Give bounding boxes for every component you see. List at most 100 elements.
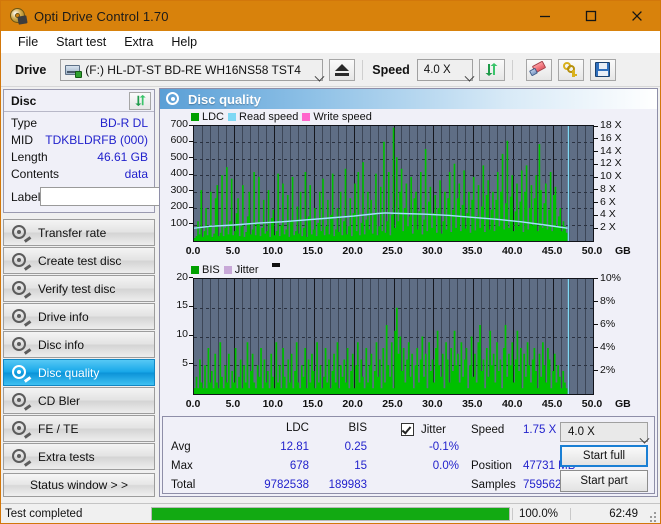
save-button[interactable] xyxy=(589,58,616,81)
x-tick-label: 15.0 xyxy=(302,397,323,410)
progress-percent: 100.0% xyxy=(512,507,570,520)
jitter-checkbox[interactable] xyxy=(401,423,414,436)
menu-item-file[interactable]: File xyxy=(9,33,47,51)
y2-tick-label: 18 X xyxy=(600,119,622,131)
menu-item-start-test[interactable]: Start test xyxy=(47,33,115,51)
status-bar: Test completed 100.0% 62:49 xyxy=(1,503,660,523)
y2-tick-label: 2% xyxy=(600,363,616,376)
drive-label: Drive xyxy=(15,62,47,77)
stats-row-label-max: Max xyxy=(171,460,193,472)
disc-row-key: MID xyxy=(11,133,33,147)
minimize-icon[interactable] xyxy=(522,1,568,31)
legend-label: Read speed xyxy=(239,111,299,123)
sidebar-item-label: Disc info xyxy=(38,337,85,352)
disc-row-type: Type BD-R DL xyxy=(11,116,148,133)
x-axis-unit: GB xyxy=(615,245,631,257)
jitter-label: Jitter xyxy=(421,424,446,436)
maximize-icon[interactable] xyxy=(568,1,614,31)
speed-label: Speed xyxy=(372,62,410,77)
sidebar-item-fe-te[interactable]: FE / TE xyxy=(3,415,155,442)
sidebar-item-cd-bler[interactable]: CD Bler xyxy=(3,387,155,414)
y2-tick-label: 6 X xyxy=(600,195,616,208)
sidebar-item-label: Transfer rate xyxy=(38,225,107,240)
sidebar-item-verify-test-disc[interactable]: Verify test disc xyxy=(3,275,155,302)
disc-icon xyxy=(12,337,32,354)
stats-ldc-total: 9782538 xyxy=(264,479,309,491)
progress-bar xyxy=(151,506,510,521)
menu-item-extra[interactable]: Extra xyxy=(115,33,162,51)
sidebar-item-create-test-disc[interactable]: Create test disc xyxy=(3,247,155,274)
eject-button[interactable] xyxy=(329,58,356,81)
y2-tick-label: 8 X xyxy=(600,182,616,195)
disc-row-key: Type xyxy=(11,116,38,130)
keys-icon xyxy=(562,62,579,77)
legend-label: LDC xyxy=(202,111,225,123)
y2-tick-label: 4% xyxy=(600,340,616,353)
y2-tick-label: 8% xyxy=(600,294,616,307)
disc-icon xyxy=(12,253,32,270)
disc-row-length: Length 46.61 GB xyxy=(11,150,148,167)
legend-item-jitter: Jitter xyxy=(223,264,259,276)
status-text: Test completed xyxy=(5,507,83,520)
keys-button[interactable] xyxy=(557,58,584,81)
erase-button[interactable] xyxy=(525,58,552,81)
stats-panel: LDC BIS Avg Max Total 12.81 678 9782538 … xyxy=(162,416,655,494)
legend-swatch xyxy=(191,265,199,274)
close-icon[interactable] xyxy=(614,1,660,31)
disc-refresh-button[interactable] xyxy=(129,91,151,110)
sidebar-item-transfer-rate[interactable]: Transfer rate xyxy=(3,219,155,246)
disc-label-row: Label xyxy=(11,186,250,207)
sidebar-item-disc-quality[interactable]: Disc quality xyxy=(3,359,155,386)
y2-tick-mark xyxy=(594,176,598,178)
elapsed-time: 62:49 xyxy=(570,507,646,520)
disc-row-value: TDKBLDRFB (000) xyxy=(45,133,148,147)
speed-select-value: 4.0 X xyxy=(423,63,451,76)
disc-row-key: Contents xyxy=(11,167,60,181)
disc-info-rows: Type BD-R DL MID TDKBLDRFB (000) Length … xyxy=(4,112,250,212)
page-title: Disc quality xyxy=(188,91,261,107)
menu-item-help[interactable]: Help xyxy=(162,33,206,51)
disc-icon xyxy=(12,393,32,410)
start-part-button[interactable]: Start part xyxy=(560,470,648,492)
drive-icon xyxy=(64,63,83,78)
stats-ldc-max: 678 xyxy=(289,460,309,472)
y2-tick-mark xyxy=(594,189,598,191)
x-tick-label: 15.0 xyxy=(302,245,323,257)
legend-swatch xyxy=(191,113,199,121)
x-tick-label: 5.0 xyxy=(225,245,241,257)
sidebar-item-extra-tests[interactable]: Extra tests xyxy=(3,443,155,470)
disc-panel-title: Disc xyxy=(11,93,37,108)
disc-row-value: BD-R DL xyxy=(99,116,148,130)
y2-tick-mark xyxy=(594,138,598,140)
x-tick-label: 10.0 xyxy=(262,245,284,257)
stats-bis-max: 15 xyxy=(354,460,367,472)
refresh-button[interactable] xyxy=(478,58,505,81)
x-tick-label: 0.0 xyxy=(185,397,201,410)
y-tick-mark xyxy=(189,223,193,225)
sidebar-item-disc-info[interactable]: Disc info xyxy=(3,331,155,358)
x-axis-unit: GB xyxy=(615,397,631,410)
y-tick-mark xyxy=(189,157,193,159)
y-tick-mark xyxy=(189,173,193,175)
sidebar-item-label: Create test disc xyxy=(38,253,122,268)
disc-icon xyxy=(12,365,32,382)
title-bar: Opti Drive Control 1.70 xyxy=(1,1,660,31)
disc-quality-icon xyxy=(166,92,180,106)
x-tick-label: 40.0 xyxy=(501,397,523,410)
resize-grip[interactable] xyxy=(646,504,660,523)
start-full-button[interactable]: Start full xyxy=(560,445,648,467)
sidebar-item-drive-info[interactable]: Drive info xyxy=(3,303,155,330)
legend-item-read-speed: Read speed xyxy=(228,111,298,123)
drive-toolbar: Drive (F:) HL-DT-ST BD-RE WH16NS58 TST4 … xyxy=(1,53,660,87)
stats-row-label-total: Total xyxy=(171,479,196,491)
drive-select[interactable]: (F:) HL-DT-ST BD-RE WH16NS58 TST4 xyxy=(60,58,325,82)
eraser-icon xyxy=(529,60,547,77)
y2-tick-label: 10% xyxy=(600,271,622,284)
position-stat-label: Position xyxy=(471,460,512,472)
plot-area xyxy=(193,277,594,395)
test-speed-select[interactable]: 4.0 X xyxy=(560,422,650,444)
status-window-button[interactable]: Status window > > xyxy=(3,473,155,497)
y-tick-mark xyxy=(189,277,193,278)
disc-row-key: Length xyxy=(11,150,48,164)
speed-select[interactable]: 4.0 X xyxy=(416,58,475,82)
